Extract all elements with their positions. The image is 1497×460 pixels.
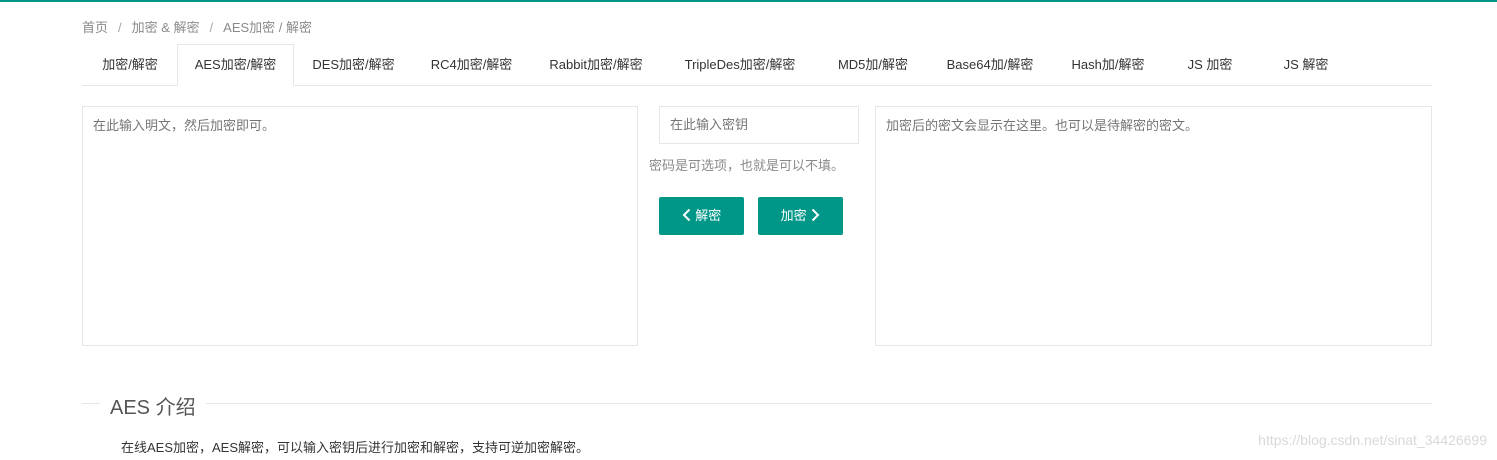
top-accent-bar [0, 0, 1497, 2]
tab-js-decrypt[interactable]: JS 解密 [1256, 45, 1356, 85]
key-hint: 密码是可选项，也就是可以不填。 [649, 158, 845, 173]
tab-hash[interactable]: Hash加/解密 [1052, 45, 1164, 85]
key-placeholder: 在此输入密钥 [670, 117, 749, 132]
chevron-right-icon [810, 197, 820, 235]
tab-rabbit[interactable]: Rabbit加密/解密 [530, 45, 662, 85]
breadcrumb: 首页 / 加密 & 解密 / AES加密 / 解密 [82, 17, 312, 36]
ciphertext-output[interactable]: 加密后的密文会显示在这里。也可以是待解密的密文。 [875, 106, 1432, 346]
tab-des[interactable]: DES加密/解密 [294, 45, 413, 85]
plaintext-input[interactable]: 在此输入明文，然后加密即可。 [82, 106, 638, 346]
tab-tripledes[interactable]: TripleDes加密/解密 [662, 45, 818, 85]
encrypt-button[interactable]: 加密 [758, 197, 843, 235]
tab-rc4[interactable]: RC4加密/解密 [413, 45, 530, 85]
breadcrumb-separator: / [209, 20, 214, 35]
section-description: 在线AES加密，AES解密，可以输入密钥后进行加密和解密，支持可逆加密解密。 [121, 440, 590, 455]
tab-base64[interactable]: Base64加/解密 [928, 45, 1052, 85]
breadcrumb-current: AES加密 / 解密 [223, 20, 313, 35]
decrypt-button[interactable]: 解密 [659, 197, 744, 235]
watermark: https://blog.csdn.net/sinat_34426699 [1258, 432, 1487, 448]
key-input[interactable]: 在此输入密钥 [659, 106, 859, 144]
plaintext-placeholder: 在此输入明文，然后加密即可。 [93, 118, 276, 133]
tab-aes[interactable]: AES加密/解密 [177, 44, 294, 86]
tab-js-encrypt[interactable]: JS 加密 [1164, 45, 1256, 85]
tab-bar: 加密/解密 AES加密/解密 DES加密/解密 RC4加密/解密 Rabbit加… [82, 44, 1432, 86]
section-divider [82, 403, 1432, 404]
encrypt-label: 加密 [780, 208, 807, 223]
breadcrumb-separator: / [118, 20, 122, 35]
tab-md5[interactable]: MD5加/解密 [818, 45, 928, 85]
section-title: AES 介绍 [100, 391, 206, 420]
breadcrumb-category[interactable]: 加密 & 解密 [132, 20, 200, 35]
ciphertext-placeholder: 加密后的密文会显示在这里。也可以是待解密的密文。 [886, 118, 1199, 133]
decrypt-label: 解密 [695, 208, 722, 223]
tab-encrypt-decrypt[interactable]: 加密/解密 [82, 45, 178, 85]
breadcrumb-home[interactable]: 首页 [82, 20, 108, 35]
chevron-left-icon [682, 197, 692, 235]
